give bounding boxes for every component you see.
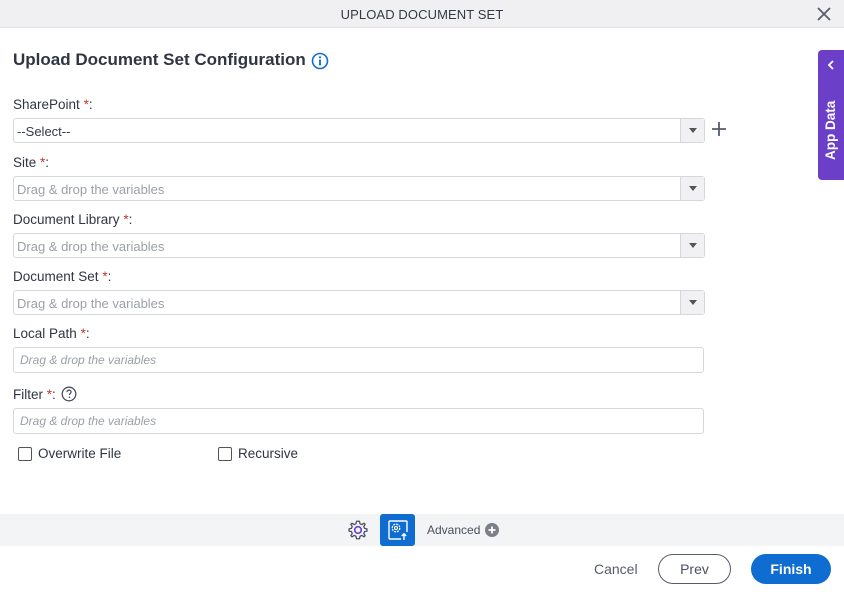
chevron-down-icon[interactable]: [680, 119, 704, 142]
recursive-label: Recursive: [238, 446, 299, 461]
dialog-titlebar: UPLOAD DOCUMENT SET: [0, 0, 844, 28]
prev-button[interactable]: Prev: [658, 554, 731, 584]
chevron-left-icon: [827, 60, 834, 70]
settings-gear-icon[interactable]: [347, 519, 369, 541]
local-path-placeholder: Drag & drop the variables: [20, 353, 157, 367]
document-library-label: Document Library *:: [13, 212, 132, 227]
finish-button[interactable]: Finish: [751, 554, 831, 584]
recursive-option[interactable]: Recursive: [218, 446, 298, 461]
filter-placeholder: Drag & drop the variables: [20, 414, 157, 428]
label-colon: :: [52, 387, 56, 402]
add-sharepoint-connection-icon[interactable]: [710, 120, 728, 138]
overwrite-file-label: Overwrite File: [38, 446, 122, 461]
bottom-toolbar: [0, 514, 844, 546]
recursive-checkbox[interactable]: [218, 446, 232, 461]
site-label: Site *:: [13, 155, 49, 170]
label-colon: :: [128, 212, 133, 227]
filter-input[interactable]: Drag & drop the variables: [13, 408, 704, 434]
overwrite-file-checkbox[interactable]: [18, 446, 32, 461]
document-set-label: Document Set *:: [13, 269, 111, 284]
label-colon: :: [88, 97, 93, 112]
site-label-text: Site: [13, 155, 37, 170]
dialog-title: UPLOAD DOCUMENT SET: [340, 7, 504, 22]
advanced-toggle[interactable]: Advanced: [427, 523, 480, 537]
cancel-button[interactable]: Cancel: [594, 561, 638, 577]
document-set-placeholder: Drag & drop the variables: [17, 296, 165, 311]
label-colon: :: [45, 155, 50, 170]
local-path-label-text: Local Path: [13, 326, 77, 341]
overwrite-file-option[interactable]: Overwrite File: [18, 446, 121, 461]
local-path-label: Local Path *:: [13, 326, 90, 341]
sharepoint-label-text: SharePoint: [13, 97, 80, 112]
sharepoint-selected-value: --Select--: [17, 124, 71, 139]
plus-circle-icon[interactable]: [485, 523, 499, 537]
sharepoint-dropdown[interactable]: --Select--: [13, 118, 705, 143]
document-set-dropdown[interactable]: Drag & drop the variables: [13, 290, 705, 315]
app-data-label: App Data: [823, 100, 838, 160]
document-set-label-text: Document Set: [13, 269, 99, 284]
page-title: Upload Document Set Configuration: [13, 50, 306, 69]
document-library-label-text: Document Library: [13, 212, 120, 227]
info-icon[interactable]: [311, 52, 329, 70]
filter-label-text: Filter: [13, 387, 43, 402]
filter-label: Filter *:: [13, 387, 56, 402]
chevron-down-icon[interactable]: [680, 291, 704, 314]
app-data-panel-toggle[interactable]: App Data: [818, 50, 844, 180]
site-dropdown[interactable]: Drag & drop the variables: [13, 176, 705, 201]
close-icon[interactable]: [814, 4, 834, 24]
chevron-down-icon[interactable]: [680, 234, 704, 257]
label-colon: :: [85, 326, 90, 341]
help-icon[interactable]: [61, 386, 77, 402]
config-upload-icon: [388, 520, 408, 540]
chevron-down-icon[interactable]: [680, 177, 704, 200]
label-colon: :: [107, 269, 112, 284]
upload-config-button[interactable]: [380, 514, 415, 546]
sharepoint-label: SharePoint *:: [13, 97, 93, 112]
document-library-dropdown[interactable]: Drag & drop the variables: [13, 233, 705, 258]
site-placeholder: Drag & drop the variables: [17, 182, 165, 197]
document-library-placeholder: Drag & drop the variables: [17, 239, 165, 254]
local-path-input[interactable]: Drag & drop the variables: [13, 347, 704, 373]
